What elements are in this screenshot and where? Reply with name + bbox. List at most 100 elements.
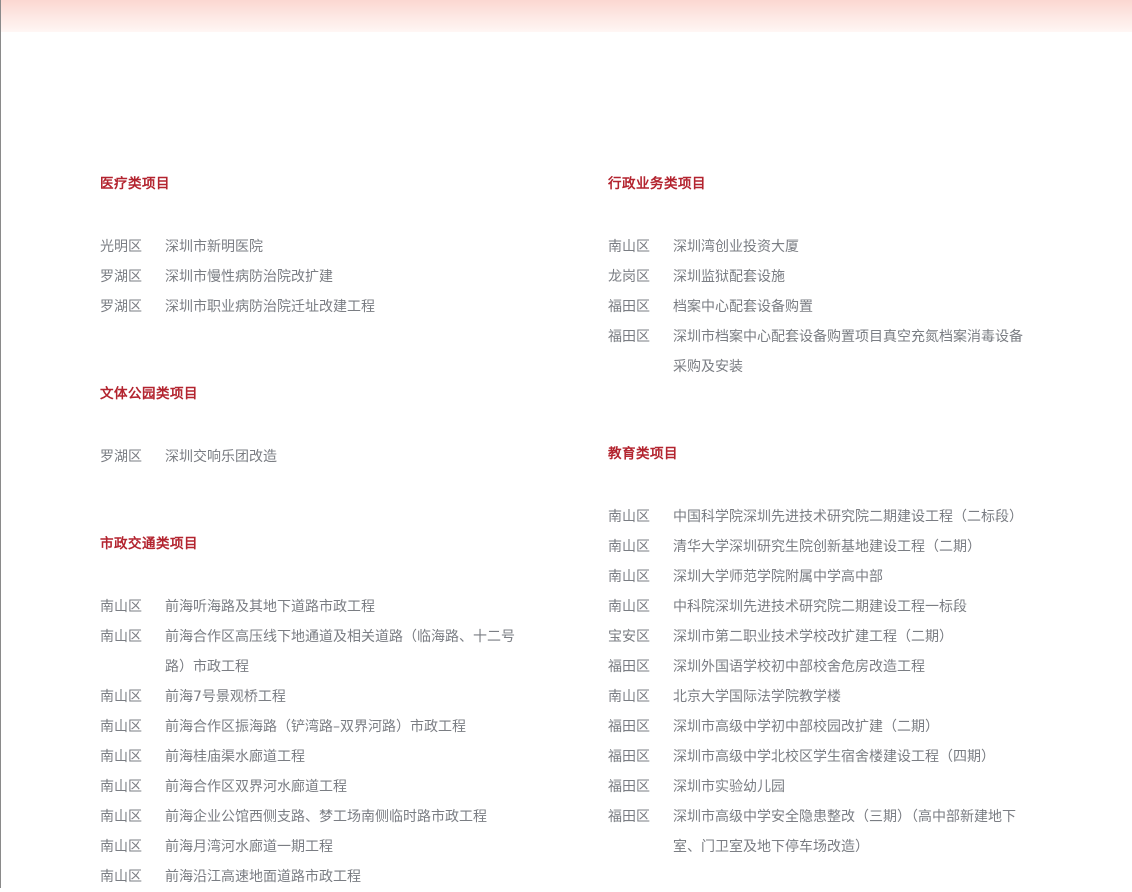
project-name: 深圳交响乐团改造 bbox=[165, 449, 277, 465]
project-name: 清华大学深圳研究生院创新基地建设工程（二期） bbox=[673, 539, 981, 555]
district-label: 南山区 bbox=[100, 719, 142, 735]
district-label: 福田区 bbox=[608, 749, 650, 765]
section-municipal-transport: 市政交通类项目 南山区 前海听海路及其地下道路市政工程 南山区 前海合作区高压线… bbox=[100, 532, 540, 892]
section-administrative: 行政业务类项目 南山区 深圳湾创业投资大厦 龙岗区 深圳监狱配套设施 福田区 档… bbox=[608, 172, 1048, 382]
section-heading: 医疗类项目 bbox=[100, 176, 170, 192]
list-item: 南山区 前海合作区振海路（铲湾路–双界河路）市政工程 bbox=[100, 712, 540, 742]
list-item: 罗湖区 深圳市职业病防治院迁址改建工程 bbox=[100, 292, 540, 322]
district-label: 南山区 bbox=[608, 239, 650, 255]
district-label: 宝安区 bbox=[608, 629, 650, 645]
list-item: 福田区 深圳外国语学校初中部校舍危房改造工程 bbox=[608, 652, 1048, 682]
project-list: 南山区 深圳湾创业投资大厦 龙岗区 深圳监狱配套设施 福田区 档案中心配套设备购… bbox=[608, 232, 1048, 382]
district-label: 福田区 bbox=[608, 809, 650, 825]
project-name: 中国科学院深圳先进技术研究院二期建设工程（二标段） bbox=[673, 509, 1023, 525]
district-label: 南山区 bbox=[100, 689, 142, 705]
project-name: 深圳市高级中学安全隐患整改（三期）（高中部新建地下室、门卫室及地下停车场改造） bbox=[673, 809, 1016, 855]
section-heading: 市政交通类项目 bbox=[100, 536, 198, 552]
left-column: 医疗类项目 光明区 深圳市新明医院 罗湖区 深圳市慢性病防治院改扩建 罗湖区 深… bbox=[100, 172, 540, 892]
district-label: 光明区 bbox=[100, 239, 142, 255]
list-item: 南山区 前海桂庙渠水廊道工程 bbox=[100, 742, 540, 772]
district-label: 福田区 bbox=[608, 719, 650, 735]
section-heading: 文体公园类项目 bbox=[100, 386, 198, 402]
project-name: 前海合作区双界河水廊道工程 bbox=[165, 779, 347, 795]
list-item: 福田区 深圳市高级中学安全隐患整改（三期）（高中部新建地下室、门卫室及地下停车场… bbox=[608, 802, 1048, 862]
district-label: 福田区 bbox=[608, 329, 650, 345]
list-item: 南山区 前海合作区高压线下地通道及相关道路（临海路、十二号路）市政工程 bbox=[100, 622, 540, 682]
list-item: 南山区 深圳大学师范学院附属中学高中部 bbox=[608, 562, 1048, 592]
list-item: 南山区 前海月湾河水廊道一期工程 bbox=[100, 832, 540, 862]
project-name: 前海月湾河水廊道一期工程 bbox=[165, 839, 333, 855]
district-label: 南山区 bbox=[608, 569, 650, 585]
district-label: 南山区 bbox=[100, 779, 142, 795]
district-label: 龙岗区 bbox=[608, 269, 650, 285]
district-label: 南山区 bbox=[608, 599, 650, 615]
district-label: 南山区 bbox=[608, 689, 650, 705]
project-name: 深圳大学师范学院附属中学高中部 bbox=[673, 569, 883, 585]
list-item: 南山区 前海合作区双界河水廊道工程 bbox=[100, 772, 540, 802]
project-list: 南山区 前海听海路及其地下道路市政工程 南山区 前海合作区高压线下地通道及相关道… bbox=[100, 592, 540, 892]
project-list: 南山区 中国科学院深圳先进技术研究院二期建设工程（二标段） 南山区 清华大学深圳… bbox=[608, 502, 1048, 862]
district-label: 福田区 bbox=[608, 299, 650, 315]
list-item: 福田区 深圳市高级中学北校区学生宿舍楼建设工程（四期） bbox=[608, 742, 1048, 772]
project-name: 前海企业公馆西侧支路、梦工场南侧临时路市政工程 bbox=[165, 809, 487, 825]
project-name: 北京大学国际法学院教学楼 bbox=[673, 689, 841, 705]
district-label: 南山区 bbox=[100, 749, 142, 765]
project-name: 中科院深圳先进技术研究院二期建设工程一标段 bbox=[673, 599, 967, 615]
list-item: 福田区 档案中心配套设备购置 bbox=[608, 292, 1048, 322]
section-education: 教育类项目 南山区 中国科学院深圳先进技术研究院二期建设工程（二标段） 南山区 … bbox=[608, 442, 1048, 862]
project-name: 深圳市慢性病防治院改扩建 bbox=[165, 269, 333, 285]
right-column: 行政业务类项目 南山区 深圳湾创业投资大厦 龙岗区 深圳监狱配套设施 福田区 档… bbox=[608, 172, 1048, 862]
project-name: 深圳市高级中学初中部校园改扩建（二期） bbox=[673, 719, 939, 735]
project-name: 前海听海路及其地下道路市政工程 bbox=[165, 599, 375, 615]
section-medical: 医疗类项目 光明区 深圳市新明医院 罗湖区 深圳市慢性病防治院改扩建 罗湖区 深… bbox=[100, 172, 540, 322]
list-item: 南山区 深圳湾创业投资大厦 bbox=[608, 232, 1048, 262]
section-culture-sports-parks: 文体公园类项目 罗湖区 深圳交响乐团改造 bbox=[100, 382, 540, 472]
district-label: 南山区 bbox=[100, 839, 142, 855]
top-decorative-band bbox=[0, 0, 1132, 32]
project-list: 罗湖区 深圳交响乐团改造 bbox=[100, 442, 540, 472]
list-item: 福田区 深圳市高级中学初中部校园改扩建（二期） bbox=[608, 712, 1048, 742]
project-name: 深圳监狱配套设施 bbox=[673, 269, 785, 285]
district-label: 南山区 bbox=[608, 509, 650, 525]
section-heading: 行政业务类项目 bbox=[608, 176, 706, 192]
district-label: 南山区 bbox=[100, 629, 142, 645]
list-item: 福田区 深圳市实验幼儿园 bbox=[608, 772, 1048, 802]
list-item: 南山区 清华大学深圳研究生院创新基地建设工程（二期） bbox=[608, 532, 1048, 562]
project-name: 前海桂庙渠水廊道工程 bbox=[165, 749, 305, 765]
left-edge-rule bbox=[0, 0, 1, 888]
list-item: 南山区 中科院深圳先进技术研究院二期建设工程一标段 bbox=[608, 592, 1048, 622]
list-item: 光明区 深圳市新明医院 bbox=[100, 232, 540, 262]
list-item: 宝安区 深圳市第二职业技术学校改扩建工程（二期） bbox=[608, 622, 1048, 652]
project-name: 深圳市第二职业技术学校改扩建工程（二期） bbox=[673, 629, 953, 645]
project-name: 前海7号景观桥工程 bbox=[165, 689, 286, 705]
project-name: 深圳湾创业投资大厦 bbox=[673, 239, 799, 255]
list-item: 罗湖区 深圳交响乐团改造 bbox=[100, 442, 540, 472]
project-list: 光明区 深圳市新明医院 罗湖区 深圳市慢性病防治院改扩建 罗湖区 深圳市职业病防… bbox=[100, 232, 540, 322]
project-name: 深圳市实验幼儿园 bbox=[673, 779, 785, 795]
project-name: 深圳市高级中学北校区学生宿舍楼建设工程（四期） bbox=[673, 749, 995, 765]
district-label: 南山区 bbox=[100, 599, 142, 615]
district-label: 罗湖区 bbox=[100, 269, 142, 285]
project-name: 深圳市职业病防治院迁址改建工程 bbox=[165, 299, 375, 315]
district-label: 南山区 bbox=[608, 539, 650, 555]
list-item: 南山区 前海听海路及其地下道路市政工程 bbox=[100, 592, 540, 622]
district-label: 福田区 bbox=[608, 659, 650, 675]
district-label: 福田区 bbox=[608, 779, 650, 795]
list-item: 龙岗区 深圳监狱配套设施 bbox=[608, 262, 1048, 292]
project-name: 深圳市档案中心配套设备购置项目真空充氮档案消毒设备采购及安装 bbox=[673, 329, 1023, 375]
project-name: 深圳市新明医院 bbox=[165, 239, 263, 255]
district-label: 罗湖区 bbox=[100, 299, 142, 315]
list-item: 南山区 前海企业公馆西侧支路、梦工场南侧临时路市政工程 bbox=[100, 802, 540, 832]
list-item: 南山区 前海7号景观桥工程 bbox=[100, 682, 540, 712]
project-name: 深圳外国语学校初中部校舍危房改造工程 bbox=[673, 659, 925, 675]
list-item: 福田区 深圳市档案中心配套设备购置项目真空充氮档案消毒设备采购及安装 bbox=[608, 322, 1048, 382]
list-item: 南山区 中国科学院深圳先进技术研究院二期建设工程（二标段） bbox=[608, 502, 1048, 532]
project-name: 前海合作区高压线下地通道及相关道路（临海路、十二号路）市政工程 bbox=[165, 629, 515, 675]
project-name: 档案中心配套设备购置 bbox=[673, 299, 813, 315]
district-label: 罗湖区 bbox=[100, 449, 142, 465]
district-label: 南山区 bbox=[100, 809, 142, 825]
project-name: 前海合作区振海路（铲湾路–双界河路）市政工程 bbox=[165, 719, 466, 735]
list-item: 南山区 北京大学国际法学院教学楼 bbox=[608, 682, 1048, 712]
section-heading: 教育类项目 bbox=[608, 446, 678, 462]
list-item: 罗湖区 深圳市慢性病防治院改扩建 bbox=[100, 262, 540, 292]
